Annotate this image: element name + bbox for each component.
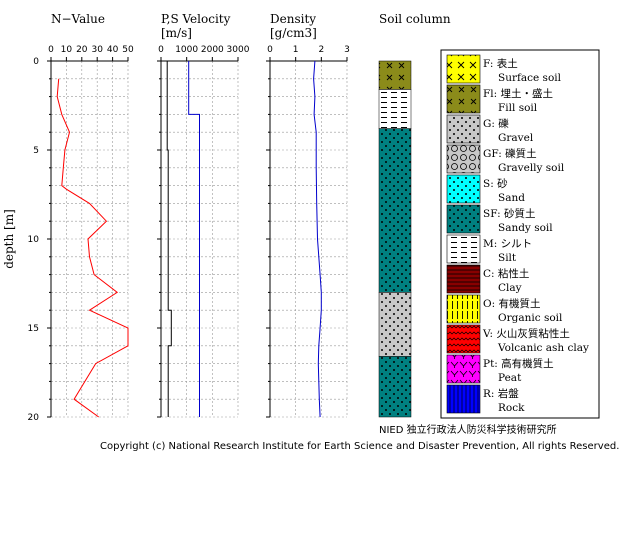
velocity-title: P,S Velocity — [161, 12, 231, 26]
x-tick-label: 2 — [318, 45, 324, 55]
legend-label-ja: F: 表土 — [483, 57, 518, 70]
legend-swatch — [446, 174, 481, 204]
legend-label-ja: V: 火山灰質粘性土 — [482, 327, 570, 340]
nied-footer: NIED 独立行政法人防災科学技術研究所 — [379, 423, 557, 436]
legend-label-en: Volcanic ash clay — [497, 342, 589, 354]
x-tick-label: 2000 — [201, 45, 224, 55]
soil-layer-M — [378, 89, 412, 129]
legend-swatch — [446, 234, 481, 264]
y-tick-label: 0 — [33, 57, 39, 67]
density-unit: [g/cm3] — [270, 26, 317, 40]
legend-label-ja: C: 粘性土 — [483, 267, 529, 280]
x-tick-label: 1 — [293, 45, 299, 55]
copyright-notice: Copyright (c) National Research Institut… — [100, 441, 620, 452]
x-tick-label: 50 — [122, 45, 134, 55]
y-tick-label: 5 — [33, 146, 39, 156]
legend-label-en: Sand — [498, 192, 525, 204]
soil-layer-SF — [378, 356, 412, 418]
legend-label-ja: G: 礫 — [483, 117, 509, 130]
y-tick-label: 10 — [28, 235, 40, 245]
velocity-panel: P,S Velocity[m/s] 0 1000 2000 3000 — [157, 12, 250, 418]
soil-layer-SF — [378, 128, 412, 293]
legend-label-ja: Fl: 埋土・盛土 — [483, 87, 553, 100]
legend-label-ja: M: シルト — [483, 238, 532, 250]
y-tick-label: 20 — [28, 413, 40, 423]
x-tick-label: 40 — [107, 45, 119, 55]
x-tick-label: 3 — [344, 45, 350, 55]
legend-swatch — [446, 384, 481, 414]
nvalue-title: N−Value — [51, 12, 105, 26]
velocity-unit: [m/s] — [161, 26, 192, 40]
x-tick-label: 0 — [158, 45, 164, 55]
nvalue-panel: N−Value0 10 20 30 40 5005101520depth [m] — [2, 12, 134, 423]
x-tick-label: 3000 — [227, 45, 250, 55]
depth-axis-label: depth [m] — [2, 209, 16, 269]
legend-item-V: V: 火山灰質粘性土 Volcanic ash clay — [446, 324, 589, 354]
legend-label-ja: GF: 礫質土 — [483, 147, 537, 160]
density-panel: Density[g/cm3] 0 1 2 3 — [266, 12, 350, 418]
legend-swatch — [446, 54, 481, 84]
legend-swatch — [446, 294, 481, 324]
legend-swatch — [446, 264, 481, 294]
legend-swatch — [446, 144, 481, 174]
density-title: Density — [270, 12, 316, 26]
soil-layer-G — [378, 292, 412, 357]
y-tick-label: 15 — [28, 324, 39, 334]
legend-label-en: Gravel — [498, 132, 534, 144]
legend-label-ja: Pt: 高有機質土 — [483, 357, 554, 370]
x-tick-label: 1000 — [175, 45, 198, 55]
legend-label-ja: O: 有機質土 — [483, 297, 540, 310]
legend-swatch — [446, 84, 481, 114]
legend-label-ja: R: 岩盤 — [483, 387, 519, 400]
legend-label-en: Sandy soil — [498, 222, 553, 234]
legend-label-en: Clay — [498, 282, 522, 294]
x-tick-label: 30 — [91, 45, 103, 55]
legend-label-en: Fill soil — [498, 102, 538, 114]
legend-label-en: Organic soil — [498, 312, 563, 324]
nvalue-series-0 — [56, 78, 129, 418]
legend-swatch — [446, 114, 481, 144]
legend-label-ja: SF: 砂質土 — [483, 207, 535, 220]
legend-label-ja: S: 砂 — [483, 177, 508, 190]
soil-column-title: Soil column — [379, 12, 451, 26]
legend-label-en: Surface soil — [498, 72, 562, 84]
legend-label-en: Rock — [498, 402, 525, 414]
legend-swatch — [446, 204, 481, 234]
legend-label-en: Peat — [498, 372, 522, 384]
x-tick-label: 10 — [61, 45, 73, 55]
legend-label-en: Gravelly soil — [498, 162, 565, 174]
legend-label-en: Silt — [498, 252, 517, 264]
soil-layer-Fl — [378, 60, 412, 90]
x-tick-label: 20 — [76, 45, 88, 55]
legend-swatch — [446, 354, 481, 384]
legend-swatch — [446, 324, 481, 354]
x-tick-label: 0 — [48, 45, 54, 55]
boring-log-chart: N−Value0 10 20 30 40 5005101520depth [m]P,S V… — [2, 12, 600, 436]
x-tick-label: 0 — [267, 45, 273, 55]
